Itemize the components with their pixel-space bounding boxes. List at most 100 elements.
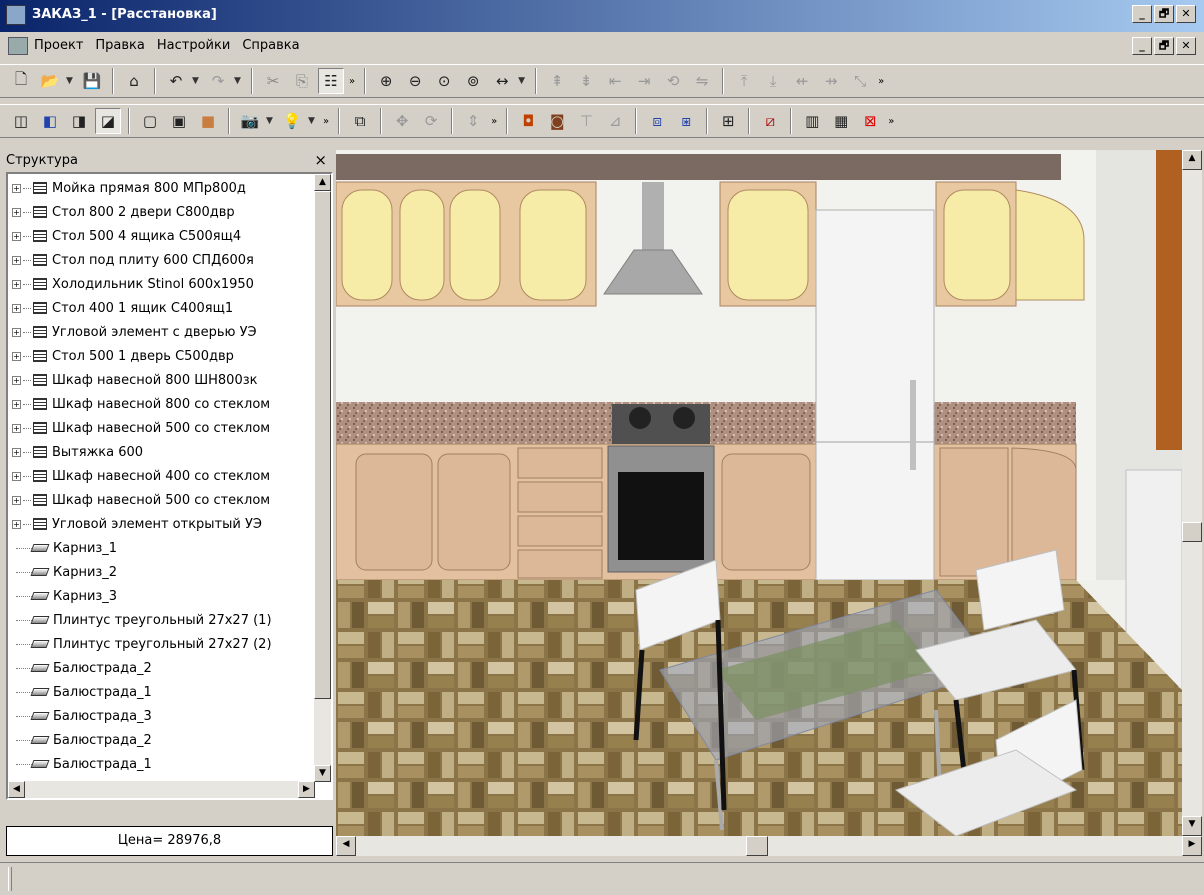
dropdown-arrow-icon[interactable]: ▼ <box>308 116 318 126</box>
dropdown-arrow-icon[interactable]: ▼ <box>66 76 76 86</box>
expand-icon[interactable]: + <box>12 303 21 313</box>
scroll-up-icon[interactable]: ▲ <box>314 174 331 191</box>
align-right-icon[interactable]: ⇥ <box>631 68 657 94</box>
dropdown-arrow-icon[interactable]: ▼ <box>234 76 244 86</box>
expand-icon[interactable]: + <box>12 519 21 529</box>
tree-group-item[interactable]: + Холодильник Stinol 600x1950 <box>8 272 313 296</box>
zoom-all-icon[interactable]: ⊚ <box>460 68 486 94</box>
save-icon[interactable]: 💾 <box>79 68 105 94</box>
tree-horizontal-scrollbar[interactable]: ◀ ▶ <box>8 781 315 798</box>
zoom-in-icon[interactable]: ⊕ <box>373 68 399 94</box>
doc-close-button[interactable]: ✕ <box>1176 37 1196 55</box>
tree-leaf-item[interactable]: Карниз_1 <box>8 536 313 560</box>
expand-icon[interactable]: + <box>12 495 21 505</box>
restore-button[interactable]: 🗗 <box>1154 5 1174 23</box>
expand-icon[interactable]: + <box>12 423 21 433</box>
scroll-left-icon[interactable]: ◀ <box>8 781 25 798</box>
tree-view-icon[interactable]: ☷ <box>318 68 344 94</box>
viewport-horizontal-scrollbar[interactable]: ◀ ▶ <box>336 836 1202 856</box>
view-top-icon[interactable]: ◨ <box>66 108 92 134</box>
move-icon[interactable]: ✥ <box>389 108 415 134</box>
zoom-out-icon[interactable]: ⊖ <box>402 68 428 94</box>
light-bulb-icon[interactable]: 💡 <box>279 108 305 134</box>
tree-group-item[interactable]: + Угловой элемент открытый УЭ <box>8 512 313 536</box>
expand-icon[interactable]: + <box>12 399 21 409</box>
scroll-left-icon[interactable]: ◀ <box>336 836 356 856</box>
toolbar-overflow-icon[interactable]: » <box>888 116 894 127</box>
open-folder-icon[interactable]: 📂 <box>37 68 63 94</box>
mirror-icon[interactable]: ⇋ <box>689 68 715 94</box>
tree-leaf-item[interactable]: Карниз_3 <box>8 584 313 608</box>
menu-edit[interactable]: Правка <box>95 38 144 53</box>
scroll-right-icon[interactable]: ▶ <box>298 781 315 798</box>
specification-icon[interactable]: ▥ <box>799 108 825 134</box>
home-icon[interactable]: ⌂ <box>121 68 147 94</box>
close-icon[interactable]: × <box>314 151 327 169</box>
copy-icon[interactable]: ⎘ <box>289 68 315 94</box>
toolbar-overflow-icon[interactable]: » <box>491 116 497 127</box>
menu-help[interactable]: Справка <box>242 38 299 53</box>
shape-tool-icon[interactable]: ⊿ <box>602 108 628 134</box>
table-icon[interactable]: ▦ <box>828 108 854 134</box>
stack-top-icon[interactable]: ⤒ <box>731 68 757 94</box>
properties-icon[interactable]: ⧄ <box>757 108 783 134</box>
stack-left-icon[interactable]: ⇷ <box>789 68 815 94</box>
menu-settings[interactable]: Настройки <box>157 38 230 53</box>
insert-object-icon[interactable]: ⧈ <box>644 108 670 134</box>
tree-group-item[interactable]: + Стол 500 4 ящика С500ящ4 <box>8 224 313 248</box>
tree-group-item[interactable]: + Шкаф навесной 400 со стеклом <box>8 464 313 488</box>
tree-leaf-item[interactable]: Плинтус треугольный 27x27 (2) <box>8 632 313 656</box>
tree-group-item[interactable]: + Стол под плиту 600 СПД600я <box>8 248 313 272</box>
stack-right-icon[interactable]: ⇸ <box>818 68 844 94</box>
close-button[interactable]: ✕ <box>1176 5 1196 23</box>
select-object-icon[interactable]: ⧉ <box>347 108 373 134</box>
3d-viewport[interactable] <box>336 150 1182 836</box>
menu-project[interactable]: Проект <box>34 38 83 53</box>
toolbar-overflow-icon[interactable]: » <box>323 116 329 127</box>
tree-leaf-item[interactable]: Балюстрада_3 <box>8 704 313 728</box>
orbit-icon[interactable]: ⟳ <box>418 108 444 134</box>
tree-group-item[interactable]: + Мойка прямая 800 МПр800д <box>8 176 313 200</box>
expand-icon[interactable]: + <box>12 351 21 361</box>
camera-icon[interactable]: 📷 <box>237 108 263 134</box>
resize-icon[interactable]: ⤡ <box>847 68 873 94</box>
viewport-vertical-scrollbar[interactable]: ▲ ▼ <box>1182 150 1202 836</box>
tree-group-item[interactable]: + Шкаф навесной 500 со стеклом <box>8 416 313 440</box>
wireframe-icon[interactable]: ▢ <box>137 108 163 134</box>
tree-vertical-scrollbar[interactable]: ▲ ▼ <box>314 174 331 782</box>
scroll-down-icon[interactable]: ▼ <box>314 765 331 782</box>
toolbar-overflow-icon[interactable]: » <box>349 76 355 87</box>
table-tool-icon[interactable]: ⊤ <box>573 108 599 134</box>
zoom-window-icon[interactable]: ⊙ <box>431 68 457 94</box>
scroll-up-icon[interactable]: ▲ <box>1182 150 1202 170</box>
expand-icon[interactable]: + <box>12 183 21 193</box>
app-icon[interactable] <box>6 5 26 25</box>
tree-group-item[interactable]: + Угловой элемент с дверью УЭ <box>8 320 313 344</box>
tree-leaf-item[interactable]: Балюстрада_1 <box>8 752 313 776</box>
undo-icon[interactable]: ↶ <box>163 68 189 94</box>
redo-icon[interactable]: ↷ <box>205 68 231 94</box>
material-icon[interactable]: ◘ <box>515 108 541 134</box>
toolbar-overflow-icon[interactable]: » <box>878 76 884 87</box>
tree-group-item[interactable]: + Шкаф навесной 800 ШН800зк <box>8 368 313 392</box>
rotate-icon[interactable]: ⟲ <box>660 68 686 94</box>
structure-tree[interactable]: + Мойка прямая 800 МПр800д + Стол 800 2 две… <box>6 172 333 800</box>
view-perspective-icon[interactable]: ◪ <box>95 108 121 134</box>
tree-group-item[interactable]: + Стол 800 2 двери С800двр <box>8 200 313 224</box>
dropdown-arrow-icon[interactable]: ▼ <box>192 76 202 86</box>
tree-leaf-item[interactable]: Плинтус треугольный 27x27 (1) <box>8 608 313 632</box>
expand-icon[interactable]: + <box>12 375 21 385</box>
texture-icon[interactable]: ◙ <box>544 108 570 134</box>
dropdown-arrow-icon[interactable]: ▼ <box>518 76 528 86</box>
arrange-icon[interactable]: ⊞ <box>715 108 741 134</box>
stack-bottom-icon[interactable]: ⤓ <box>760 68 786 94</box>
pan-icon[interactable]: ⇕ <box>460 108 486 134</box>
measure-icon[interactable]: ↔ <box>489 68 515 94</box>
expand-icon[interactable]: + <box>12 471 21 481</box>
scroll-down-icon[interactable]: ▼ <box>1182 816 1202 836</box>
delete-table-icon[interactable]: ⊠ <box>857 108 883 134</box>
view-left-icon[interactable]: ◧ <box>37 108 63 134</box>
tree-group-item[interactable]: + Стол 400 1 ящик С400ящ1 <box>8 296 313 320</box>
tree-group-item[interactable]: + Вытяжка 600 <box>8 440 313 464</box>
expand-icon[interactable]: + <box>12 327 21 337</box>
